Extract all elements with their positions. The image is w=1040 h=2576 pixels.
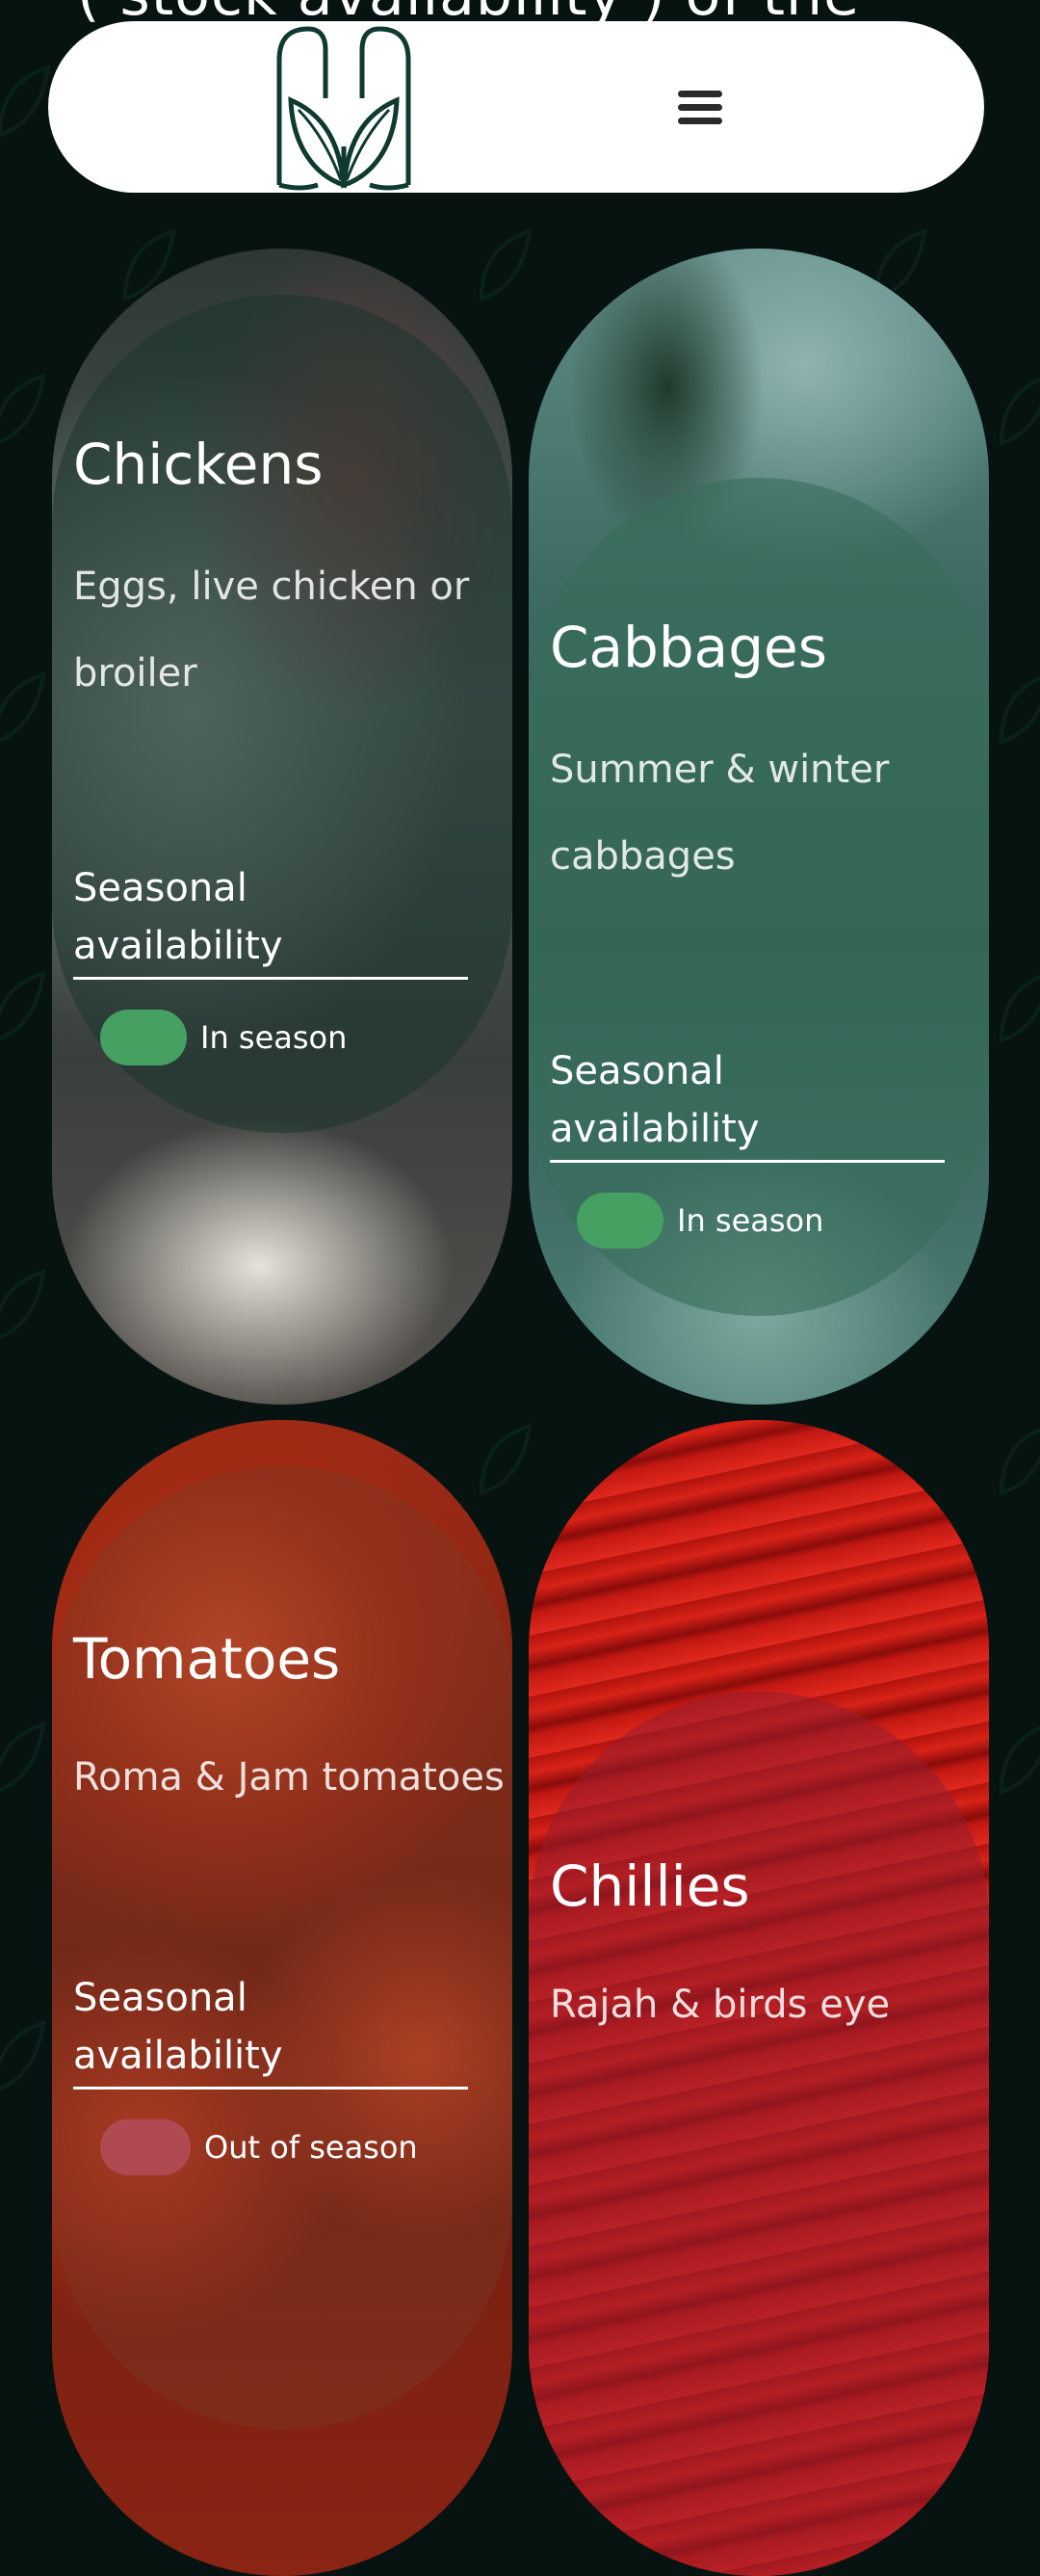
- card-description: Roma & Jam tomatoes: [73, 1755, 505, 1800]
- site-header: [48, 21, 984, 193]
- product-card-tomatoes[interactable]: Tomatoes Roma & Jam tomatoes Seasonal av…: [52, 1420, 512, 2576]
- seasonal-availability-label: Seasonal availability: [73, 1969, 468, 2090]
- season-status: Out of season: [100, 2119, 418, 2175]
- menu-bar: [678, 117, 722, 124]
- card-title: Tomatoes: [73, 1626, 341, 1692]
- card-description: Eggs, live chicken or broiler: [73, 565, 470, 696]
- card-title: Chillies: [550, 1853, 750, 1919]
- card-title: Chickens: [73, 432, 324, 497]
- status-text: In season: [200, 1019, 348, 1056]
- leaf-pattern-icon: [999, 377, 1040, 446]
- card-description: Rajah & birds eye: [550, 1983, 891, 2027]
- leaf-pattern-icon: [0, 373, 46, 444]
- season-status: In season: [577, 1193, 823, 1249]
- leaf-pattern-icon: [999, 974, 1040, 1043]
- product-card-cabbages[interactable]: Cabbages Summer & winter cabbages Season…: [529, 249, 989, 1405]
- leaf-pattern-icon: [0, 970, 46, 1041]
- seasonal-availability-label: Seasonal availability: [550, 1042, 945, 1163]
- card-overlay: [529, 1692, 989, 2576]
- leaf-pattern-icon: [0, 1722, 46, 1793]
- leaf-pattern-icon: [999, 1427, 1040, 1496]
- leaf-pattern-icon: [999, 1725, 1040, 1795]
- card-overlay: [52, 1466, 512, 2430]
- hamburger-menu-icon[interactable]: [674, 81, 726, 133]
- card-description: Summer & winter cabbages: [550, 748, 890, 879]
- status-indicator: [100, 2119, 191, 2175]
- status-indicator: [577, 1193, 663, 1249]
- status-text: Out of season: [204, 2129, 418, 2166]
- status-text: In season: [677, 1202, 824, 1239]
- status-indicator: [100, 1010, 187, 1065]
- product-card-chillies[interactable]: Chillies Rajah & birds eye: [529, 1420, 989, 2576]
- leaf-pattern-icon: [0, 2020, 46, 2091]
- menu-bar: [678, 103, 722, 111]
- leaf-pattern-icon: [0, 671, 46, 743]
- leaf-pattern-icon: [0, 1269, 46, 1340]
- season-status: In season: [100, 1010, 347, 1065]
- card-title: Cabbages: [550, 615, 827, 680]
- menu-bar: [678, 90, 722, 97]
- seasonal-availability-label: Seasonal availability: [73, 859, 468, 980]
- product-card-chickens[interactable]: Chickens Eggs, live chicken or broiler S…: [52, 249, 512, 1405]
- leaf-logo-icon[interactable]: [272, 21, 416, 193]
- leaf-pattern-icon: [999, 675, 1040, 745]
